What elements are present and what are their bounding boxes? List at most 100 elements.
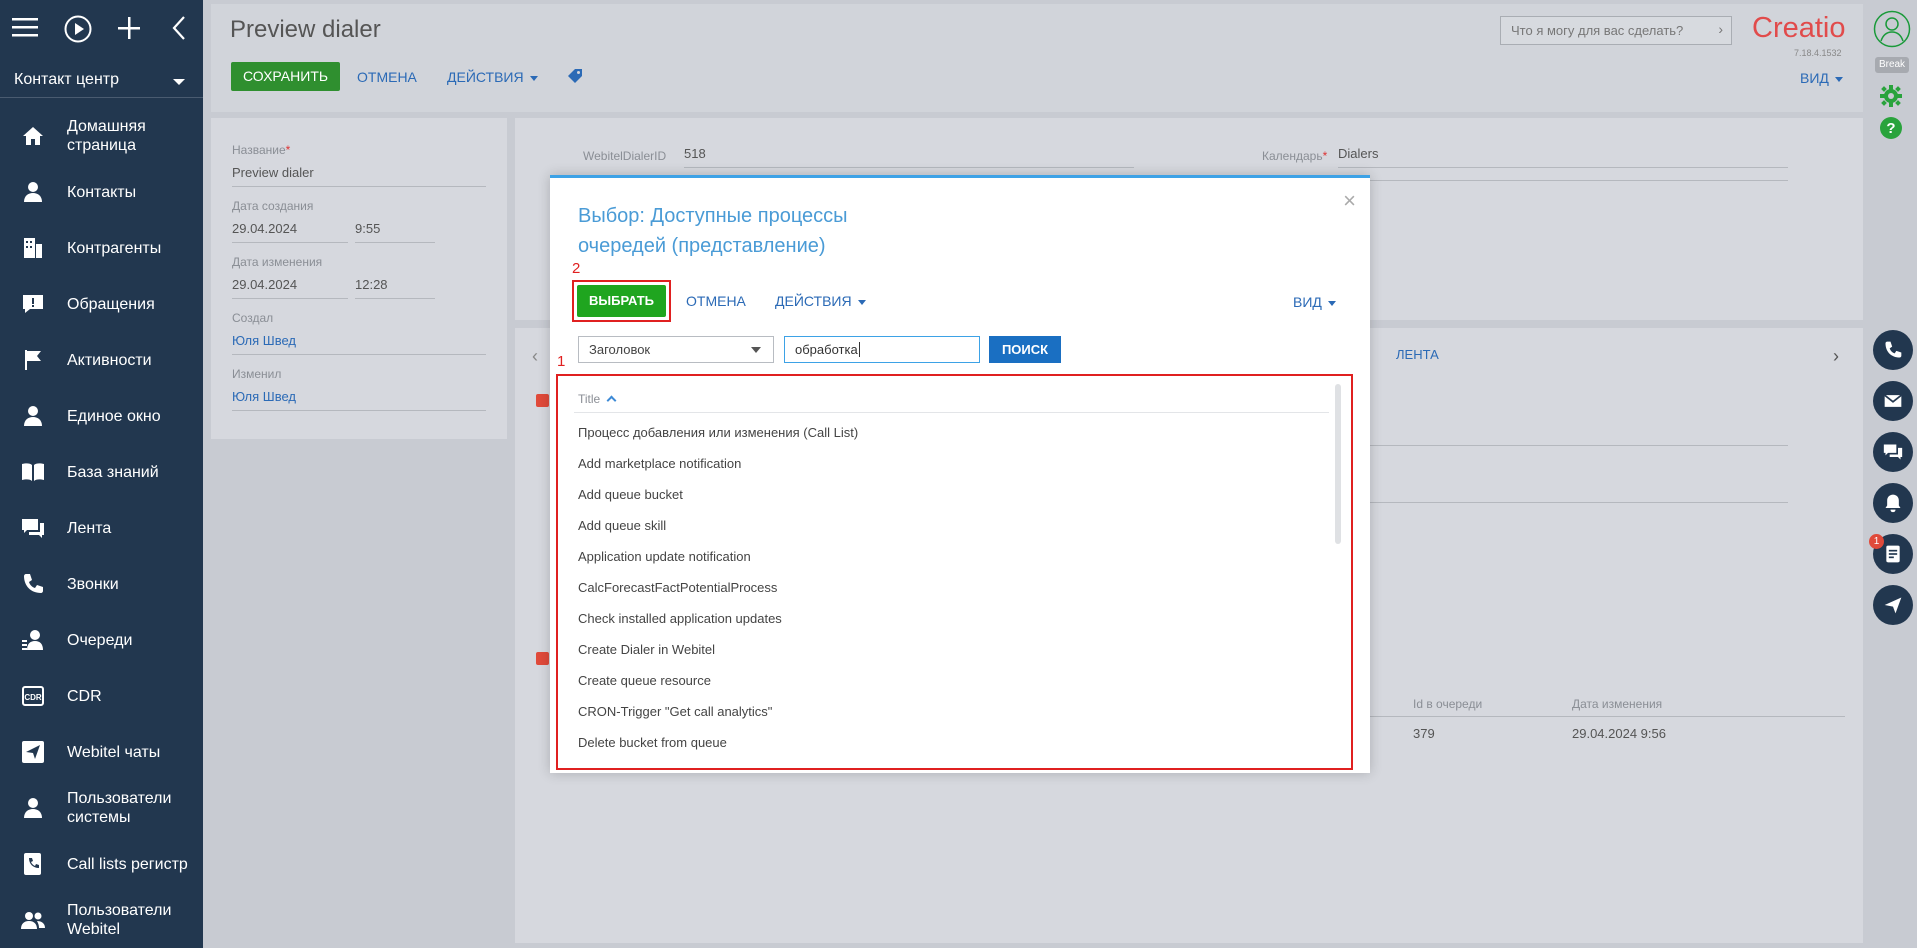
filter-column-select[interactable]: Заголовок	[578, 336, 774, 363]
list-item[interactable]: CRON-Trigger "Get call analytics"	[578, 704, 772, 719]
sidebar-item-feed[interactable]: Лента	[0, 500, 203, 556]
sidebar-item-label: Очереди	[67, 631, 133, 649]
created-time-field[interactable]: 9:55	[355, 221, 435, 243]
sidebar-item-calls[interactable]: Звонки	[0, 556, 203, 612]
tag-icon[interactable]	[567, 68, 583, 87]
name-field[interactable]: Preview dialer	[232, 165, 486, 187]
sidebar-item-webitel-chats[interactable]: Webitel чаты	[0, 724, 203, 780]
dialer-id-label: WebitelDialerID	[583, 149, 667, 163]
cancel-button[interactable]: ОТМЕНА	[357, 69, 417, 85]
dialer-id-field[interactable]: 518	[684, 146, 1134, 168]
svg-text:?: ?	[1886, 120, 1895, 137]
gear-icon[interactable]	[1879, 84, 1903, 111]
created-by-link[interactable]: Юля Швед	[232, 333, 486, 355]
dialog-actions-menu[interactable]: ДЕЙСТВИЯ	[775, 293, 866, 309]
dialog-view-menu[interactable]: ВИД	[1293, 294, 1336, 310]
dialog-title: Выбор: Доступные процессы очередей (пред…	[578, 205, 848, 257]
search-input[interactable]: обработка	[784, 336, 980, 363]
plus-icon[interactable]	[117, 16, 141, 46]
grid-scrollbar[interactable]	[1335, 384, 1341, 544]
sidebar-item-label: Единое окно	[67, 407, 161, 425]
dialog-view-label: ВИД	[1293, 294, 1322, 310]
save-button[interactable]: СОХРАНИТЬ	[231, 62, 341, 91]
list-item[interactable]: Create queue resource	[578, 673, 711, 688]
avatar[interactable]	[1873, 10, 1911, 51]
building-icon	[20, 235, 46, 261]
divider	[1370, 502, 1788, 503]
calendar-label: Календарь*	[1262, 149, 1328, 163]
modified-date-field[interactable]: 29.04.2024	[232, 277, 348, 299]
status-badge[interactable]: Break	[1875, 57, 1909, 73]
annotation-number-2: 2	[572, 260, 581, 277]
created-date-field[interactable]: 29.04.2024	[232, 221, 348, 243]
list-item[interactable]: Check installed application updates	[578, 611, 782, 626]
actions-menu[interactable]: ДЕЙСТВИЯ	[447, 69, 538, 85]
list-item[interactable]: Application update notification	[578, 549, 751, 564]
workspace-selector[interactable]: Контакт центр	[0, 64, 203, 98]
calllist-icon	[20, 851, 46, 877]
sidebar-item-webitel-users[interactable]: Пользователи Webitel	[0, 892, 203, 948]
sidebar-item-label: Пользователи Webitel	[67, 902, 172, 938]
list-item[interactable]: CalcForecastFactPotentialProcess	[578, 580, 777, 595]
search-button[interactable]: ПОИСК	[989, 336, 1061, 363]
sidebar-item-queues[interactable]: Очереди	[0, 612, 203, 668]
sidebar-item-single-window[interactable]: Единое окно	[0, 388, 203, 444]
play-icon[interactable]	[64, 15, 92, 49]
list-item[interactable]: Delete bucket from queue	[578, 735, 727, 750]
search-placeholder: Что я могу для вас сделать?	[1511, 23, 1684, 38]
sidebar-item-knowledge-base[interactable]: База знаний	[0, 444, 203, 500]
sidebar-item-label: Обращения	[67, 295, 155, 313]
column-header-modified[interactable]: Дата изменения	[1572, 697, 1662, 711]
view-menu[interactable]: ВИД	[1800, 70, 1843, 86]
collapse-toggle-icon[interactable]	[536, 394, 549, 407]
list-item[interactable]: Create Dialer in Webitel	[578, 642, 715, 657]
version-label: 7.18.4.1532	[1794, 48, 1842, 58]
sidebar-item-contacts[interactable]: Контакты	[0, 164, 203, 220]
modified-time-field[interactable]: 12:28	[355, 277, 435, 299]
menu-icon[interactable]	[12, 14, 38, 44]
divider	[1370, 445, 1788, 446]
bell-icon[interactable]	[1873, 483, 1913, 523]
phone-icon[interactable]	[1873, 330, 1913, 370]
help-icon[interactable]: ?	[1879, 116, 1903, 143]
chat-icon[interactable]	[1873, 432, 1913, 472]
modified-by-link[interactable]: Юля Швед	[232, 389, 486, 411]
list-item[interactable]: Add queue skill	[578, 518, 666, 533]
command-search-input[interactable]: Что я могу для вас сделать? ›	[1500, 16, 1732, 45]
list-item[interactable]: Процесс добавления или изменения (Call L…	[578, 425, 858, 440]
column-header-title[interactable]: Title	[578, 392, 617, 406]
sidebar-item-system-users[interactable]: Пользователи системы	[0, 780, 203, 836]
sidebar-item-label: Лента	[67, 519, 112, 537]
sidebar-item-label: CDR	[67, 687, 102, 705]
divider	[1370, 180, 1788, 181]
name-label: Название*	[232, 143, 291, 157]
calendar-field[interactable]: Dialers	[1338, 146, 1788, 168]
email-icon[interactable]	[1873, 381, 1913, 421]
collapse-icon[interactable]	[172, 16, 186, 46]
send-icon[interactable]	[1873, 585, 1913, 625]
sidebar-item-accounts[interactable]: Контрагенты	[0, 220, 203, 276]
sidebar-item-call-lists[interactable]: Call lists регистр	[0, 836, 203, 892]
sidebar-item-cases[interactable]: Обращения	[0, 276, 203, 332]
sidebar-item-cdr[interactable]: CDR CDR	[0, 668, 203, 724]
flag-icon	[20, 347, 46, 373]
sidebar-item-activities[interactable]: Активности	[0, 332, 203, 388]
header-divider	[574, 412, 1329, 413]
annotation-number-1: 1	[557, 353, 566, 370]
list-item[interactable]: Add queue bucket	[578, 487, 683, 502]
chevron-left-icon[interactable]: ‹	[532, 346, 538, 367]
dialog-cancel-button[interactable]: ОТМЕНА	[686, 293, 746, 309]
tab-feed[interactable]: ЛЕНТА	[1396, 347, 1439, 362]
contact-icon	[20, 179, 46, 205]
sidebar-item-label: Webitel чаты	[67, 743, 161, 761]
svg-text:CDR: CDR	[24, 693, 42, 702]
chevron-right-icon[interactable]: ›	[1718, 21, 1723, 37]
column-header-queue-id[interactable]: Id в очереди	[1413, 697, 1482, 711]
sidebar-item-home[interactable]: Домашняя страница	[0, 108, 203, 164]
chevron-right-icon[interactable]: ›	[1833, 346, 1839, 367]
close-icon[interactable]: ×	[1343, 188, 1356, 214]
collapse-toggle-icon[interactable]	[536, 652, 549, 665]
cell-queue-id: 379	[1413, 726, 1435, 741]
select-button[interactable]: ВЫБРАТЬ	[577, 285, 666, 317]
list-item[interactable]: Add marketplace notification	[578, 456, 741, 471]
